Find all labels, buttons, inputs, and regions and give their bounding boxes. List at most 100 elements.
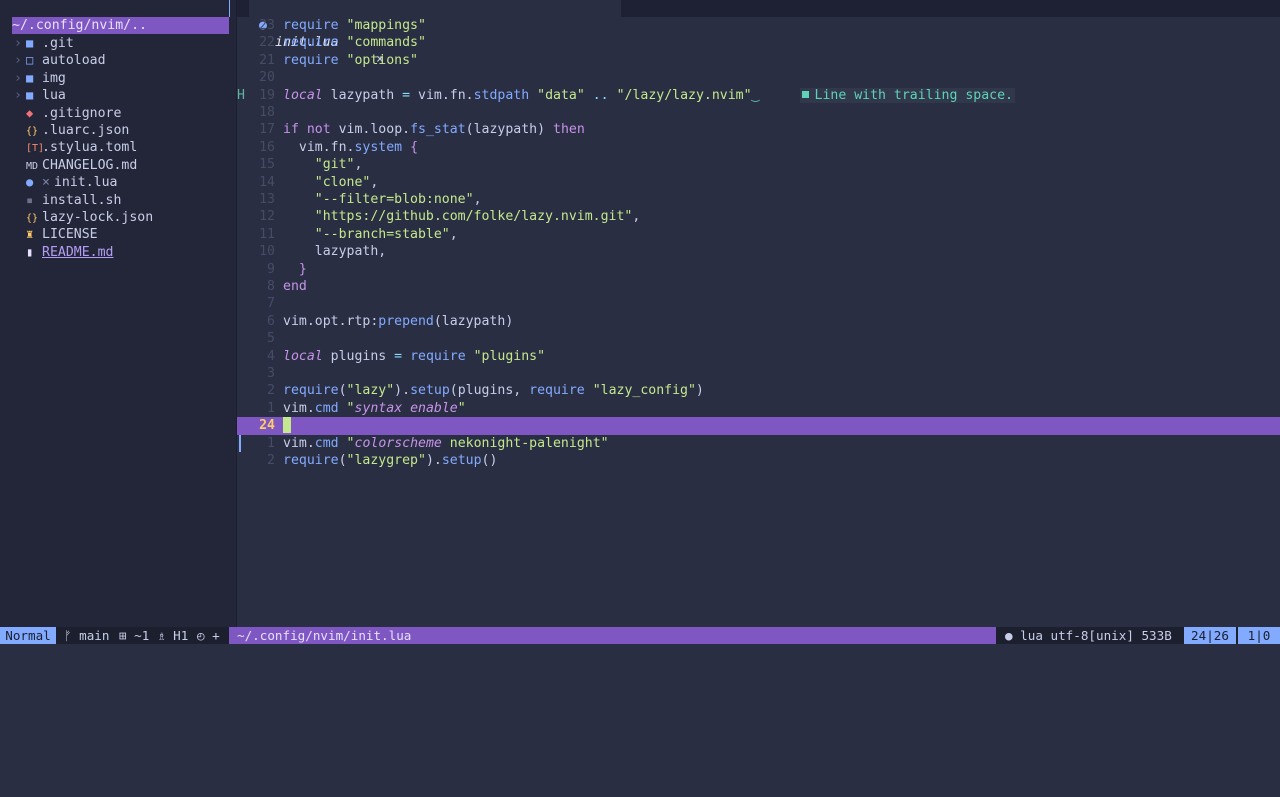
code-line[interactable]: 12 "https://github.com/folke/lazy.nvim.g…	[237, 208, 1280, 225]
code-text: "https://github.com/folke/lazy.nvim.git"…	[314, 209, 641, 225]
modified-icon: ×	[42, 175, 50, 191]
line-number: 18	[259, 105, 275, 120]
code-text: require "mappings"	[283, 18, 426, 33]
warning-icon	[801, 91, 809, 99]
tree-item-label: .luarc.json	[42, 123, 130, 138]
tree-item-label: install.sh	[42, 192, 122, 208]
code-line[interactable]: 7	[237, 295, 1280, 312]
line-number: 10	[259, 244, 275, 260]
tree-item[interactable]: ▪ install.sh	[14, 192, 121, 209]
tree-item-label: .gitignore	[42, 105, 122, 121]
tree-item[interactable]: › □ autoload	[14, 52, 106, 69]
file-type-icon: ●	[26, 175, 34, 190]
code-line[interactable]: 4 local plugins = require "plugins"	[237, 348, 1280, 365]
tree-item[interactable]: [T].stylua.toml	[14, 139, 137, 156]
code-line[interactable]: 2 require("lazygrep").setup()	[237, 452, 1280, 469]
line-number: 12	[259, 209, 275, 225]
line-number: 11	[259, 226, 275, 242]
line-number: 8	[267, 279, 275, 294]
code-line[interactable]: 16 vim.fn.system {	[237, 139, 1280, 156]
code-line[interactable]: 3	[237, 365, 1280, 382]
file-type-icon: ▮	[26, 244, 34, 259]
tree-item[interactable]: › ■ .git	[14, 35, 74, 52]
file-type-icon: {}	[26, 213, 39, 224]
chevron-right-icon: ›	[14, 88, 22, 104]
code-line[interactable]: 24	[237, 417, 1280, 435]
code-line[interactable]: 13 "--filter=blob:none",	[237, 191, 1280, 208]
line-number: 1	[267, 435, 275, 451]
code-text: "--branch=stable",	[314, 226, 458, 242]
code-line[interactable]: 1 vim.cmd "colorscheme nekonight-palenigh…	[237, 434, 1280, 452]
editor-buffer[interactable]: 23 require "mappings" 22 require "commands"…	[237, 17, 1280, 627]
line-number: 1	[267, 400, 275, 416]
tree-item-label: autoload	[42, 53, 106, 69]
code-line[interactable]: 23 require "mappings"	[237, 17, 1280, 34]
tree-item[interactable]: {} .luarc.json	[14, 122, 129, 139]
code-line[interactable]: 21 require "options"	[237, 52, 1280, 69]
code-line[interactable]: 11 "--branch=stable",	[237, 226, 1280, 243]
git-sign: H	[237, 87, 245, 103]
line-number: 23	[259, 18, 275, 33]
tree-item-label: init.lua	[53, 175, 118, 191]
code-line[interactable]: 9 }	[237, 261, 1280, 278]
status-file-path: ~/.config/nvim/init.lua	[229, 627, 996, 644]
line-number: 2	[267, 383, 275, 399]
code-text: "--filter=blob:none",	[314, 192, 482, 207]
tree-item[interactable]: ● × init.lua	[14, 174, 117, 191]
code-line[interactable]: 15 "git",	[237, 156, 1280, 173]
code-line[interactable]: 6 vim.opt.rtp:prepend(lazypath)	[237, 313, 1280, 330]
code-text: vim.cmd "syntax enable"	[283, 400, 466, 416]
code-text: require("lazygrep").setup()	[283, 453, 498, 468]
tree-item[interactable]: ♜ LICENSE	[14, 226, 98, 243]
code-line[interactable]: 18	[237, 104, 1280, 121]
code-text: vim.fn.system {	[283, 139, 419, 155]
code-line[interactable]: 20	[237, 69, 1280, 86]
code-line[interactable]: 8 end	[237, 278, 1280, 295]
status-extra: ◴ +	[197, 628, 220, 643]
code-text: require("lazy").setup(plugins, require "…	[283, 383, 704, 399]
cursor-position: 24|26	[1184, 627, 1236, 644]
line-number: 14	[259, 174, 275, 190]
tree-item-label: CHANGELOG.md	[42, 157, 138, 173]
line-number: 2	[267, 453, 275, 468]
code-line[interactable]: 17 if not vim.loop.fs_stat(lazypath) then	[237, 121, 1280, 138]
code-text	[283, 417, 291, 434]
file-type-icon: MD	[26, 160, 39, 172]
line-number: 22	[259, 35, 275, 51]
code-line[interactable]: 1 vim.cmd "syntax enable"	[237, 400, 1280, 417]
code-line[interactable]: 10 lazypath,	[237, 243, 1280, 260]
tree-root-path[interactable]: ~/.config/nvim/..	[12, 17, 229, 34]
chevron-right-icon: ›	[14, 36, 22, 51]
tree-item[interactable]: MD CHANGELOG.md	[14, 157, 137, 174]
line-number: 21	[259, 52, 275, 68]
code-text: require "options"	[283, 52, 418, 68]
tree-item[interactable]: {} lazy-lock.json	[14, 209, 153, 226]
tree-item[interactable]: › ■ lua	[14, 87, 66, 104]
git-change-bar	[239, 434, 241, 452]
code-line[interactable]: 2 require("lazy").setup(plugins, require …	[237, 382, 1280, 399]
code-line[interactable]: H 19 local lazypath = vim.fn.stdpath "data…	[237, 87, 1280, 104]
tree-item-label: .git	[42, 36, 74, 51]
code-text: end	[283, 279, 307, 294]
tree-item[interactable]: ▮ README.md	[14, 244, 113, 261]
chevron-right-icon: ›	[14, 70, 22, 86]
git-branch: ᚠ main	[64, 628, 110, 643]
diff-count: ⊞ ~1	[119, 628, 150, 643]
file-type-icon: {}	[26, 126, 39, 137]
code-line[interactable]: 5	[237, 330, 1280, 347]
tree-item[interactable]: › ■ img	[14, 70, 66, 87]
code-line[interactable]: 22 require "commands"	[237, 34, 1280, 51]
line-number: 16	[259, 139, 275, 155]
line-number: 13	[259, 192, 275, 207]
tree-item-label: README.md	[42, 244, 114, 260]
status-line: Normal ᚠ main ⊞ ~1 ♗ H1 ◴ + ~/.config/nv…	[0, 627, 1280, 644]
file-type-icon: ■	[26, 70, 34, 85]
line-number: 17	[259, 122, 275, 138]
line-number: 6	[267, 313, 275, 329]
file-type-icon: ♜	[26, 227, 34, 242]
code-text: local plugins = require "plugins"	[283, 348, 546, 364]
tab-init-lua[interactable]: ● init.lua ×	[249, 0, 621, 67]
code-text: lazypath,	[283, 244, 387, 260]
tree-item[interactable]: ◆ .gitignore	[14, 105, 121, 122]
code-line[interactable]: 14 "clone",	[237, 174, 1280, 191]
